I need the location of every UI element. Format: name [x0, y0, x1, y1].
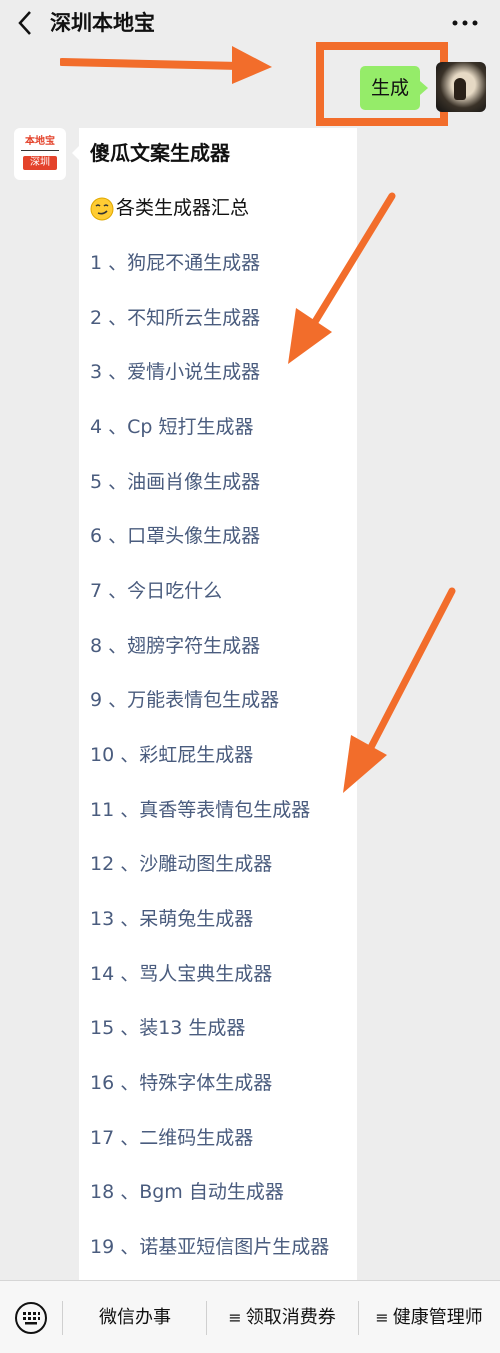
generator-link[interactable]: 9 、万能表情包生成器	[90, 685, 279, 715]
annotation-arrow-down-left-icon	[288, 192, 396, 364]
chevron-left-icon[interactable]	[14, 8, 38, 38]
generator-link[interactable]: 4 、Cp 短打生成器	[90, 412, 254, 442]
generator-link[interactable]: 6 、口罩头像生成器	[90, 521, 260, 551]
menu-item-label: 领取消费券	[245, 1307, 336, 1328]
menu-item-health-manager[interactable]: ≡ 健康管理师	[362, 1301, 496, 1335]
generator-link[interactable]: 19 、诺基亚短信图片生成器	[90, 1232, 329, 1262]
generator-link[interactable]: 16 、特殊字体生成器	[90, 1068, 272, 1098]
generator-link[interactable]: 3 、爱情小说生成器	[90, 357, 260, 387]
menu-divider	[358, 1301, 359, 1335]
message-title: 傻瓜文案生成器	[90, 141, 230, 165]
menu-divider	[206, 1301, 207, 1335]
keyboard-icon[interactable]	[14, 1301, 48, 1335]
user-message-bubble[interactable]: 生成	[360, 66, 428, 110]
generator-link[interactable]: 14 、骂人宝典生成器	[90, 959, 272, 989]
annotation-arrow-down-left-icon	[343, 587, 456, 793]
more-dots-icon[interactable]	[452, 20, 478, 26]
menu-list-icon: ≡	[375, 1308, 389, 1327]
generator-link[interactable]: 13 、呆萌兔生成器	[90, 904, 253, 934]
menu-item-label: 微信办事	[99, 1307, 171, 1328]
generator-link[interactable]: 8 、翅膀字符生成器	[90, 631, 260, 661]
message-subtitle-text: 各类生成器汇总	[116, 197, 250, 219]
generator-link[interactable]: 18 、Bgm 自动生成器	[90, 1177, 284, 1207]
generator-link[interactable]: 17 、二维码生成器	[90, 1123, 253, 1153]
generator-link[interactable]: 7 、今日吃什么	[90, 576, 222, 606]
generator-link[interactable]: 11 、真香等表情包生成器	[90, 795, 310, 825]
bot-avatar-logo-text: 本地宝	[25, 136, 55, 147]
page-title: 深圳本地宝	[50, 11, 155, 35]
bottom-menu-bar: 微信办事 ≡ 领取消费券 ≡ 健康管理师	[0, 1280, 500, 1353]
menu-divider	[62, 1301, 63, 1335]
menu-list-icon: ≡	[228, 1308, 242, 1327]
generator-link[interactable]: 10 、彩虹屁生成器	[90, 740, 253, 770]
bot-avatar[interactable]: 本地宝 深圳	[14, 128, 66, 180]
generator-link[interactable]: 1 、狗屁不通生成器	[90, 248, 260, 278]
generator-link[interactable]: 2 、不知所云生成器	[90, 303, 260, 333]
bot-avatar-city-badge: 深圳	[23, 156, 57, 170]
menu-item-label: 健康管理师	[392, 1307, 483, 1328]
generator-link[interactable]: 5 、油画肖像生成器	[90, 467, 260, 497]
generator-link[interactable]: 15 、装13 生成器	[90, 1013, 245, 1043]
menu-item-coupons[interactable]: ≡ 领取消费券	[212, 1301, 352, 1335]
menu-item-wechat-services[interactable]: 微信办事	[70, 1301, 200, 1335]
smirk-emoji-icon	[90, 197, 114, 220]
annotation-arrow-right-icon	[60, 46, 272, 84]
generator-link[interactable]: 12 、沙雕动图生成器	[90, 849, 272, 879]
user-avatar[interactable]	[436, 62, 486, 112]
message-subtitle: 各类生成器汇总	[90, 193, 249, 223]
